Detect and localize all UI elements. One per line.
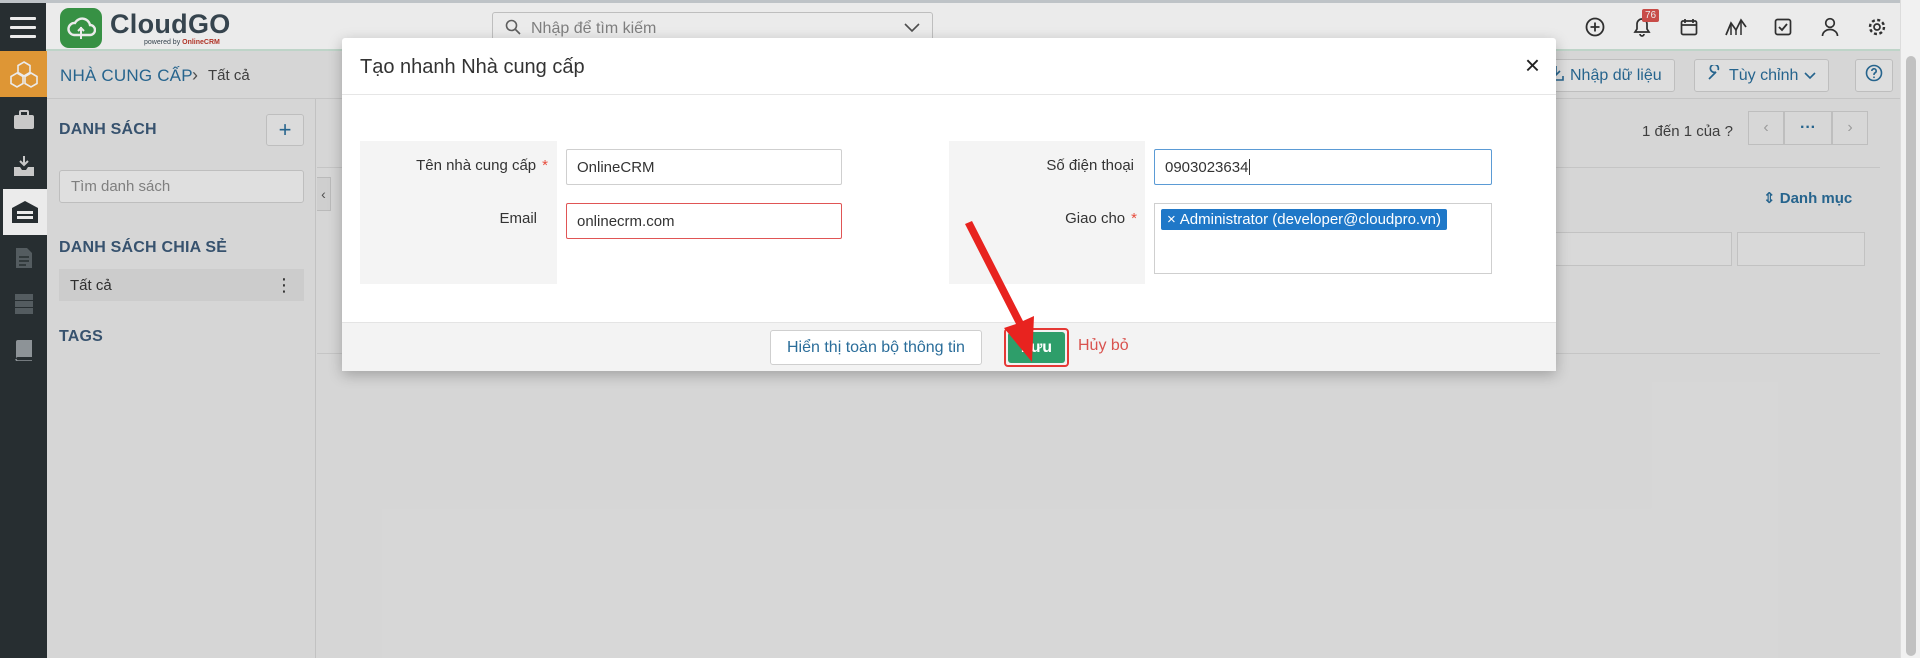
close-icon[interactable]: ×	[1525, 52, 1540, 78]
page-scrollbar[interactable]	[1900, 0, 1920, 658]
tag-remove-icon[interactable]: ×	[1167, 211, 1176, 228]
phone-input[interactable]: 0903023634	[1154, 149, 1492, 185]
vendor-name-label: Tên nhà cung cấp *	[416, 157, 548, 174]
modal-header: Tạo nhanh Nhà cung cấp ×	[342, 38, 1556, 95]
show-full-form-button[interactable]: Hiển thị toàn bộ thông tin	[770, 330, 982, 365]
assigned-user-tag[interactable]: × Administrator (developer@cloudpro.vn)	[1161, 209, 1447, 230]
assigned-user-label: Administrator (developer@cloudpro.vn)	[1179, 211, 1441, 228]
email-label: Email	[499, 210, 537, 227]
modal-footer: Hiển thị toàn bộ thông tin Lưu Hủy bỏ	[342, 322, 1556, 371]
assigned-to-select[interactable]: × Administrator (developer@cloudpro.vn)	[1154, 203, 1492, 274]
phone-label: Số điện thoại	[1046, 157, 1134, 174]
scrollbar-thumb[interactable]	[1906, 56, 1916, 656]
arrow-annotation-icon	[965, 221, 1034, 362]
quick-create-vendor-modal: Tạo nhanh Nhà cung cấp × Tên nhà cung cấ…	[342, 38, 1556, 371]
cancel-link[interactable]: Hủy bỏ	[1078, 337, 1129, 355]
modal-title: Tạo nhanh Nhà cung cấp	[360, 56, 585, 78]
vendor-name-input[interactable]: OnlineCRM	[566, 149, 842, 185]
email-input[interactable]: onlinecrm.com	[566, 203, 842, 239]
